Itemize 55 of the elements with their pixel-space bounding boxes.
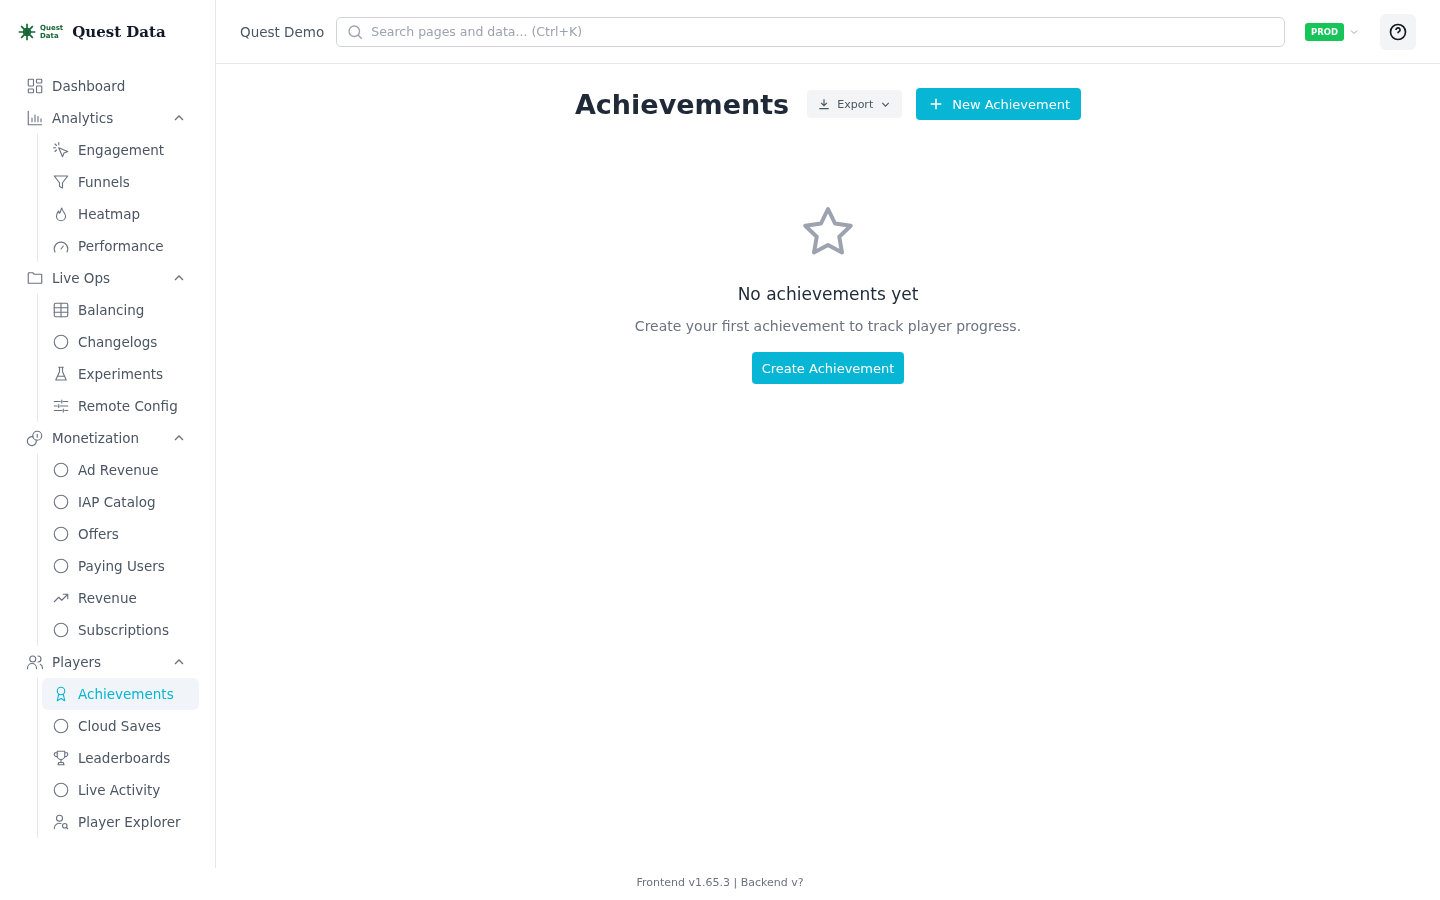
flask-icon (52, 365, 70, 383)
bars-icon (26, 109, 44, 127)
export-button[interactable]: Export (807, 90, 903, 118)
nav-subitem[interactable]: IAP Catalog (42, 486, 199, 518)
nav-subitem[interactable]: Cloud Saves (42, 710, 199, 742)
empty-state-title: No achievements yet (737, 284, 919, 304)
circle-icon (52, 557, 70, 575)
circle-icon (52, 333, 70, 351)
nav-subitem[interactable]: Funnels (42, 166, 199, 198)
table-icon (52, 301, 70, 319)
nav-item[interactable]: Live Ops (24, 262, 199, 294)
help-icon (1388, 21, 1408, 42)
search-field[interactable]: Search pages and data... (Ctrl+K) (336, 16, 1285, 47)
version-text: Frontend v1.65.3 | Backend v? (636, 876, 804, 889)
nav-subitem[interactable]: Changelogs (42, 326, 199, 358)
nav-subitem[interactable]: Paying Users (42, 550, 199, 582)
circle-icon (52, 493, 70, 511)
help-button[interactable] (1380, 13, 1416, 50)
snowflake-logo-icon (17, 22, 37, 42)
nav-subitem[interactable]: Player Explorer (42, 806, 199, 838)
circle-icon (52, 717, 70, 735)
folder-icon (26, 269, 44, 287)
empty-state-message: Create your first achievement to track player progress. (634, 318, 1022, 334)
nav-subitem[interactable]: Offers (42, 518, 199, 550)
coins-icon (26, 429, 44, 447)
nav-item[interactable]: Monetization (24, 422, 199, 454)
nav-subitem[interactable]: Live Activity (42, 774, 199, 806)
nav-item[interactable]: Dashboard (24, 70, 199, 102)
grid-icon (26, 77, 44, 95)
funnel-icon (52, 173, 70, 191)
nav-subitem[interactable]: Subscriptions (42, 614, 199, 646)
nav-subitem[interactable]: Experiments (42, 358, 199, 390)
trophy-icon (52, 749, 70, 767)
nav-subitem[interactable]: Revenue (42, 582, 199, 614)
circle-icon (52, 525, 70, 543)
download-icon (817, 97, 832, 111)
project-name: Quest Demo (240, 23, 325, 40)
nav-subitem[interactable]: Remote Config (42, 390, 199, 422)
users-icon (26, 653, 44, 671)
nav-subitem[interactable]: Engagement (42, 134, 199, 166)
click-icon (52, 141, 70, 159)
nav-subitem[interactable]: Balancing (42, 294, 199, 326)
page-title: Achievements (574, 88, 790, 120)
nav-item[interactable]: Analytics (24, 102, 199, 134)
nav-subitem[interactable]: Heatmap (42, 198, 199, 230)
circle-icon (52, 461, 70, 479)
circle-icon (52, 621, 70, 639)
nav-item[interactable]: Players (24, 646, 199, 678)
circle-icon (52, 781, 70, 799)
app-name: Quest Data (72, 23, 166, 41)
nav-subitem[interactable]: Leaderboards (42, 742, 199, 774)
nav-subitem[interactable]: Performance (42, 230, 199, 262)
usersearch-icon (52, 813, 70, 831)
nav-subitem[interactable]: Ad Revenue (42, 454, 199, 486)
sliders-icon (52, 397, 70, 415)
